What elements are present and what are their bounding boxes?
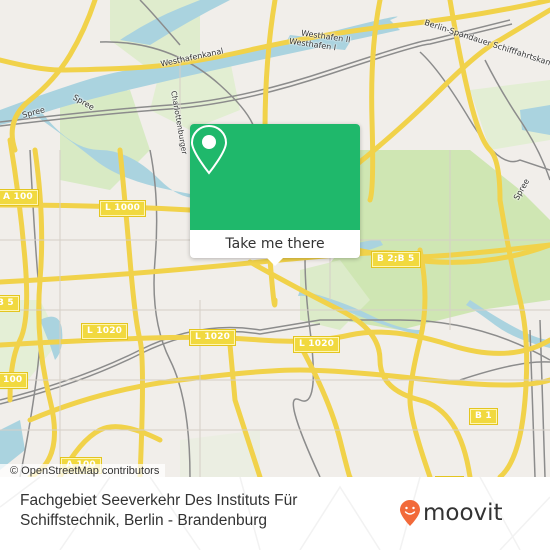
moovit-wordmark: moovit — [423, 500, 503, 526]
road-label-l1020: L 1020 — [188, 329, 237, 346]
road-label-b1: B 1 — [469, 408, 498, 425]
road-label-l1020: L 1020 — [80, 323, 129, 340]
map-view[interactable]: Westhafenkanal Charlottenburger Westhafe… — [0, 0, 550, 477]
popup-pointer — [266, 257, 284, 266]
take-me-there-button[interactable]: Take me there — [190, 230, 360, 258]
road-label-b2-b5: B 2;B 5 — [371, 251, 421, 268]
road-label-a100: A 100 — [0, 189, 39, 206]
place-name: Fachgebiet Seeverkehr Des Instituts Für … — [20, 492, 298, 529]
osm-attribution[interactable]: © OpenStreetMap contributors — [0, 464, 166, 477]
location-pin-icon — [190, 124, 228, 175]
moovit-logo[interactable]: moovit — [399, 493, 503, 533]
footer: Fachgebiet Seeverkehr Des Instituts Für … — [0, 477, 550, 550]
road-label-l1000: L 1000 — [98, 200, 147, 217]
road-label-b5: B 5 — [0, 295, 20, 312]
popup-header — [190, 124, 360, 230]
road-label-l1020: L 1020 — [292, 336, 341, 353]
location-popup: Take me there — [190, 124, 360, 266]
moovit-pin-icon — [400, 500, 420, 526]
road-label-a100: 100 — [0, 372, 29, 389]
